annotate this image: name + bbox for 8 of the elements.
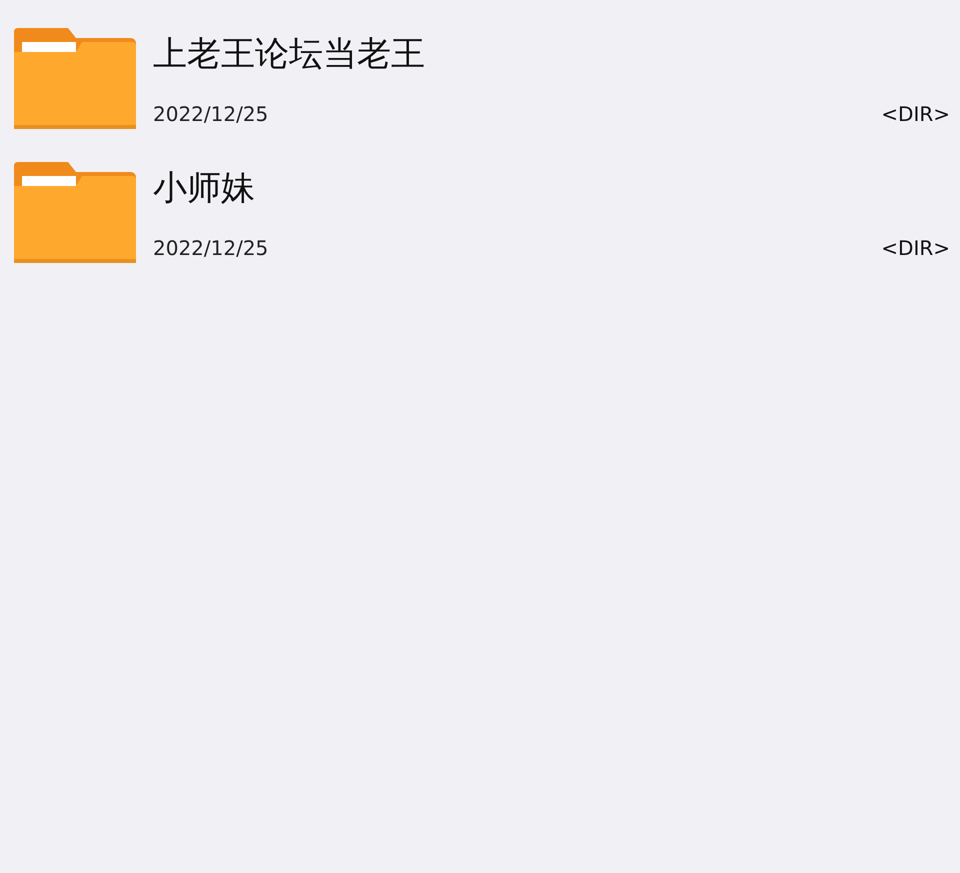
file-type: <DIR> [881,101,950,128]
folder-icon [14,162,136,263]
file-name[interactable]: 小师妹 [153,168,255,209]
file-date: 2022/12/25 [153,101,268,128]
file-date: 2022/12/25 [153,235,268,262]
file-type: <DIR> [881,235,950,262]
file-name[interactable]: 上老王论坛当老王 [153,34,425,75]
folder-icon [14,28,136,129]
